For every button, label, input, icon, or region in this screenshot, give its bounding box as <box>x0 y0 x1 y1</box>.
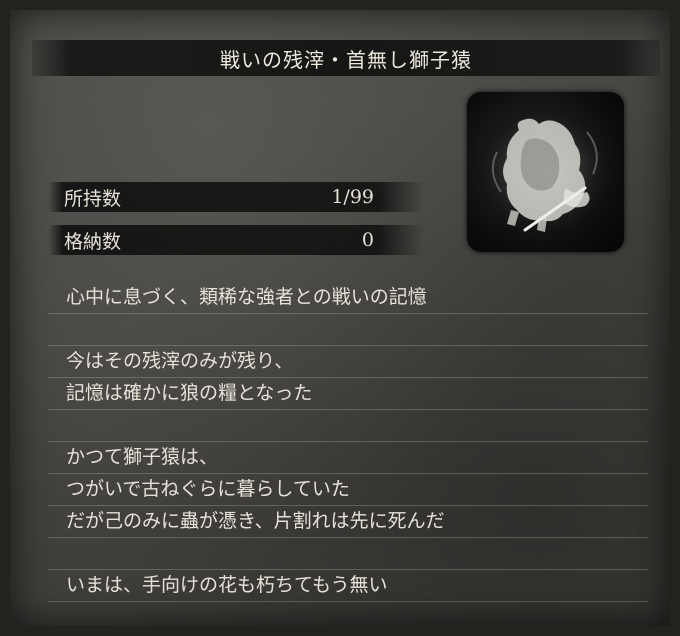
stat-value-owned: 1/99 <box>331 186 374 208</box>
item-description: 心中に息づく、類稀な強者との戦いの記憶 今はその残滓のみが残り、 記憶は確かに狼… <box>48 282 648 602</box>
description-line: かつて獅子猿は、 <box>48 442 648 474</box>
item-title: 戦いの残滓・首無し獅子猿 <box>220 47 472 72</box>
stat-value-stored: 0 <box>361 229 374 251</box>
description-line: 記憶は確かに狼の糧となった <box>48 378 648 410</box>
stat-label-stored: 格納数 <box>64 230 122 253</box>
stat-row-stored: 格納数 0 <box>48 225 424 255</box>
item-portrait <box>467 92 624 252</box>
stat-label-owned: 所持数 <box>64 187 122 210</box>
description-line: だが己のみに蟲が憑き、片割れは先に死んだ <box>48 506 648 538</box>
description-line: 今はその残滓のみが残り、 <box>48 346 648 378</box>
headless-ape-icon <box>475 106 615 238</box>
description-line: 心中に息づく、類稀な強者との戦いの記憶 <box>48 282 648 314</box>
description-line <box>48 538 648 570</box>
title-bar: 戦いの残滓・首無し獅子猿 <box>32 40 660 76</box>
description-line <box>48 314 648 346</box>
description-line: いまは、手向けの花も朽ちてもう無い <box>48 570 648 602</box>
stat-row-owned: 所持数 1/99 <box>48 182 424 212</box>
description-line: つがいで古ねぐらに暮らしていた <box>48 474 648 506</box>
item-detail-panel: 戦いの残滓・首無し獅子猿 所持数 1/99 格納数 0 心中に息づく、類稀な強者… <box>0 0 680 636</box>
description-line <box>48 410 648 442</box>
